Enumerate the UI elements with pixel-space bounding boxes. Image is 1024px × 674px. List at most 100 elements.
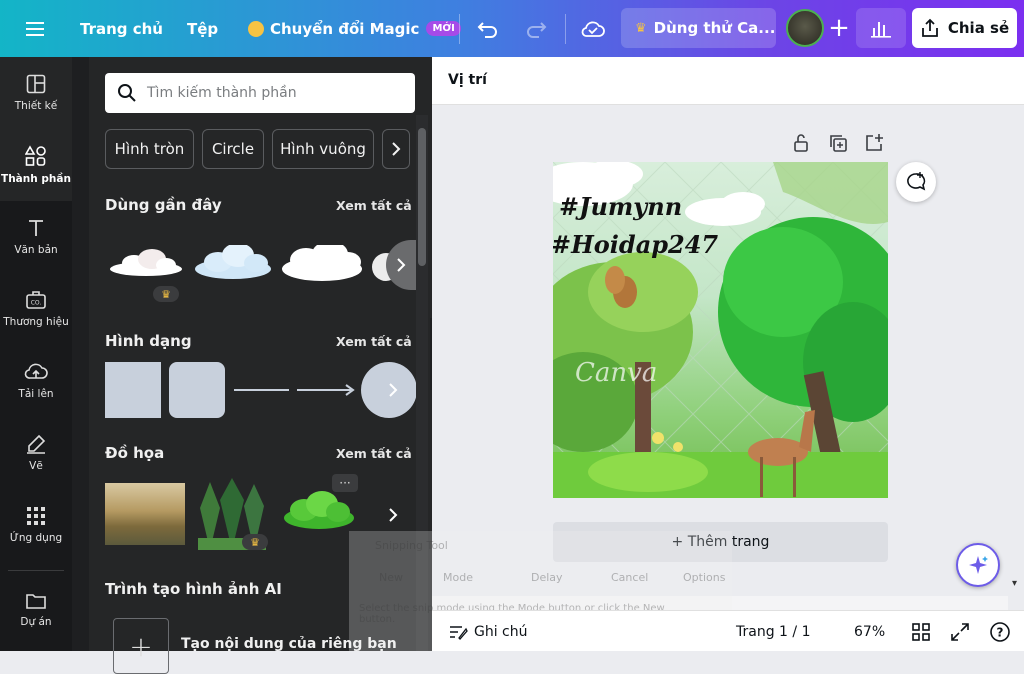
rail-label: Văn bản <box>14 244 58 256</box>
brand-icon: CO. <box>26 291 46 309</box>
rail-label: Vẽ <box>29 460 43 472</box>
panel-edge <box>72 57 89 651</box>
duplicate-page-icon[interactable] <box>828 133 848 157</box>
search-input[interactable]: Tìm kiếm thành phần <box>105 73 415 113</box>
shape-square[interactable] <box>105 362 161 418</box>
snip-new-button[interactable]: New <box>379 571 403 584</box>
canva-watermark: Canva <box>575 358 658 388</box>
fullscreen-icon[interactable] <box>951 611 969 652</box>
rail-item-apps[interactable]: Ứng dụng <box>0 489 72 561</box>
rail-label: Thiết kế <box>14 100 58 112</box>
rail-item-brand[interactable]: CO. Thương hiệu <box>0 273 72 345</box>
lock-icon[interactable] <box>792 133 810 157</box>
help-icon[interactable]: ? <box>989 611 1011 652</box>
menu-icon[interactable] <box>26 0 46 57</box>
text-icon <box>29 220 43 236</box>
magic-assistant-icon[interactable] <box>956 543 1000 587</box>
shape-line[interactable] <box>234 389 289 391</box>
share-button[interactable]: Chia sẻ <box>912 8 1017 48</box>
rail-item-projects[interactable]: Dự án <box>0 574 72 646</box>
folder-icon <box>26 594 46 609</box>
try-canva-pro-button[interactable]: ♛ Dùng thử Ca... <box>621 8 776 48</box>
draw-icon <box>27 434 46 454</box>
rail-item-design[interactable]: Thiết kế <box>0 57 72 129</box>
snip-delay-button[interactable]: Delay <box>531 571 563 584</box>
top-bar: Trang chủ Tệp Chuyển đổi Magic MỚI ♛ Dùn… <box>0 0 1024 57</box>
snip-options-button[interactable]: Options <box>683 571 725 584</box>
design-page[interactable]: #Jumynn #Hoidap247 Canva <box>553 162 888 498</box>
rail-label: Ứng dụng <box>9 532 63 544</box>
add-collaborator-icon[interactable]: + <box>820 9 858 47</box>
recent-clouds[interactable] <box>106 245 406 305</box>
see-all-shapes[interactable]: Xem tất cả <box>336 334 412 349</box>
shapes-icon <box>25 145 46 166</box>
section-title-recent: Dùng gần đây <box>105 196 222 214</box>
notes-button[interactable]: Ghi chú <box>448 611 528 652</box>
snip-cancel-button[interactable]: Cancel <box>611 571 648 584</box>
magic-switch-button[interactable]: Chuyển đổi Magic MỚI <box>248 0 461 57</box>
chip-circle-vi[interactable]: Hình tròn <box>105 129 194 169</box>
rail-item-uploads[interactable]: Tải lên <box>0 345 72 417</box>
design-text-1[interactable]: #Jumynn <box>559 192 682 221</box>
side-rail: Thiết kế Thành phần Văn bản CO. Thương h… <box>0 57 72 651</box>
separator <box>565 14 566 44</box>
more-options-icon[interactable]: ··· <box>332 474 358 492</box>
rail-item-elements[interactable]: Thành phần <box>0 129 72 201</box>
scroll-down-icon[interactable]: ▾ <box>1012 578 1017 589</box>
zoom-level[interactable]: 67% <box>854 611 885 652</box>
undo-icon[interactable] <box>477 0 499 57</box>
footer-bar: Ghi chú Trang 1 / 1 67% ? <box>432 610 1024 651</box>
shape-rounded-square[interactable] <box>169 362 225 418</box>
context-toolbar: Vị trí <box>432 57 1024 105</box>
crown-icon <box>248 20 264 37</box>
layout-icon <box>26 74 46 94</box>
redo-icon[interactable] <box>525 0 547 57</box>
rail-label: Thành phần <box>1 173 71 185</box>
cloud-upload-icon <box>24 363 48 379</box>
rail-item-draw[interactable]: Vẽ <box>0 417 72 489</box>
cloud-icon-2 <box>195 245 271 279</box>
magic-switch-label: Chuyển đổi Magic <box>270 19 420 38</box>
notes-icon <box>450 625 468 640</box>
shape-arrow[interactable] <box>297 382 355 398</box>
separator <box>459 14 460 44</box>
avatar[interactable] <box>786 9 824 47</box>
panel-scrollbar-thumb[interactable] <box>418 128 426 266</box>
snipping-tool-title: Snipping Tool <box>375 539 448 552</box>
share-label: Chia sẻ <box>947 19 1010 37</box>
insights-icon[interactable] <box>856 8 906 48</box>
position-button[interactable]: Vị trí <box>448 72 487 88</box>
cloud-icon-1 <box>110 249 182 276</box>
add-page-icon[interactable] <box>864 133 884 157</box>
graphic-landscape-painting[interactable] <box>105 483 185 545</box>
add-comment-icon[interactable] <box>896 162 936 202</box>
pro-crown-icon: ♛ <box>242 534 268 550</box>
rail-label: Dự án <box>20 616 52 628</box>
section-title-ai: Trình tạo hình ảnh AI <box>105 580 282 598</box>
chip-square[interactable]: Hình vuông <box>272 129 374 169</box>
section-title-shapes: Hình dạng <box>105 332 192 350</box>
rail-label: Tải lên <box>18 388 54 400</box>
rail-item-text[interactable]: Văn bản <box>0 201 72 273</box>
see-all-graphics[interactable]: Xem tất cả <box>336 446 412 461</box>
cloud-saved-icon[interactable] <box>581 0 605 57</box>
graphic-green-bush[interactable] <box>282 490 356 530</box>
home-link[interactable]: Trang chủ <box>80 0 163 57</box>
chip-scroll-right-icon[interactable] <box>382 129 410 169</box>
svg-text:CO.: CO. <box>31 300 42 307</box>
design-text-2[interactable]: #Hoidap247 <box>553 230 718 259</box>
page-indicator[interactable]: Trang 1 / 1 <box>736 611 810 652</box>
new-badge: MỚI <box>426 21 461 36</box>
rail-label: Thương hiệu <box>3 316 69 328</box>
ai-create-icon[interactable]: + <box>113 618 169 674</box>
try-canva-pro-label: Dùng thử Ca... <box>653 19 776 37</box>
search-icon <box>118 84 136 102</box>
chip-circle[interactable]: Circle <box>202 129 264 169</box>
cloud-icon-3 <box>282 245 362 281</box>
search-placeholder: Tìm kiếm thành phần <box>147 85 297 101</box>
see-all-recent[interactable]: Xem tất cả <box>336 198 412 213</box>
grid-view-icon[interactable] <box>912 611 930 652</box>
rail-divider <box>8 570 64 571</box>
file-menu[interactable]: Tệp <box>187 0 218 57</box>
snip-mode-button[interactable]: Mode <box>443 571 473 584</box>
